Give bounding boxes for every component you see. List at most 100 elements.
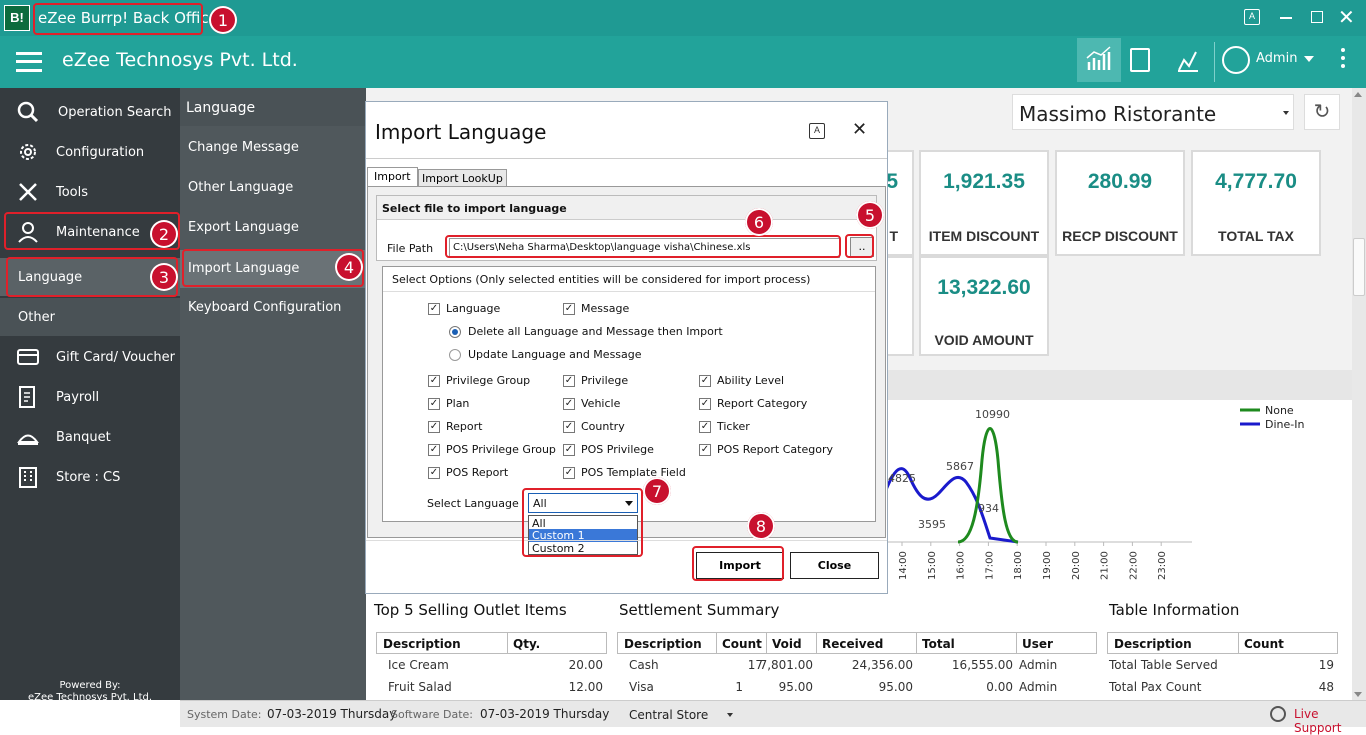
dashboard-icon[interactable]	[1077, 38, 1121, 82]
callout-2: 2	[150, 220, 178, 248]
x-tick-label: 21:00	[1100, 551, 1111, 580]
x-tick-label: 18:00	[1013, 551, 1024, 580]
col-description: Description	[624, 637, 702, 651]
checkbox-label: Vehicle	[581, 397, 621, 410]
x-tick-label: 14:00	[898, 551, 909, 580]
stat-card-void-amount: 13,322.60 VOID AMOUNT	[919, 256, 1049, 356]
checkbox-privilege[interactable]: ✓	[563, 375, 575, 387]
x-tick-label: 22:00	[1128, 551, 1139, 580]
highlight-select-language	[522, 488, 643, 557]
minimize-button[interactable]	[1280, 17, 1292, 19]
sales-chart: 14:00 15:00 16:00 17:00 18:00 19:00 20:00 21:00…	[884, 404, 1304, 580]
submenu-item-change-message[interactable]: Change Message	[188, 140, 299, 155]
stat-card-recp-discount: 280.99 RECP DISCOUNT	[1055, 150, 1185, 256]
store-select[interactable]: Central Store	[629, 708, 708, 722]
checkbox-label: POS Report Category	[717, 443, 833, 456]
sidebar-item-payroll[interactable]: Payroll	[0, 382, 180, 412]
settlement-title: Settlement Summary	[619, 601, 780, 619]
dialog-close-icon[interactable]: ✕	[852, 119, 867, 140]
gear-icon	[16, 140, 40, 164]
cell: 19	[1318, 658, 1334, 672]
checkbox-pos-template-field[interactable]: ✓	[563, 467, 575, 479]
vertical-scrollbar[interactable]	[1352, 88, 1366, 700]
close-window-button[interactable]: ✕	[1338, 5, 1355, 30]
checkbox-pos-report[interactable]: ✓	[428, 467, 440, 479]
cell: 20.00	[568, 658, 603, 672]
data-label: 3595	[918, 518, 946, 531]
chart-header-strip	[886, 370, 1352, 400]
cell: Visa	[629, 680, 654, 694]
translate-icon[interactable]: A	[1244, 9, 1260, 25]
submenu-item-other-language[interactable]: Other Language	[188, 180, 293, 195]
store-chevron-down-icon[interactable]	[727, 713, 733, 717]
sidebar-item-gift-card[interactable]: Gift Card/ Voucher	[0, 342, 180, 372]
analytics-icon[interactable]	[1176, 46, 1200, 72]
sidebar-item-store[interactable]: Store : CS	[0, 462, 180, 492]
data-label: 4825	[888, 472, 916, 485]
data-label: 10990	[975, 408, 1010, 421]
avatar[interactable]	[1222, 46, 1250, 74]
x-tick-label: 20:00	[1071, 551, 1082, 580]
maximize-button[interactable]	[1311, 11, 1323, 23]
callout-3: 3	[150, 263, 178, 291]
checkbox-language[interactable]: ✓	[428, 303, 440, 315]
sidebar-item-label: Operation Search	[58, 105, 172, 120]
checkbox-report[interactable]: ✓	[428, 421, 440, 433]
col-void: Void	[772, 637, 802, 651]
checkbox-ability-level[interactable]: ✓	[699, 375, 711, 387]
checkbox-ticker[interactable]: ✓	[699, 421, 711, 433]
sidebar-item-tools[interactable]: Tools	[0, 177, 180, 207]
checkbox-language-label: Language	[446, 302, 501, 315]
store-icon	[16, 465, 40, 489]
user-name[interactable]: Admin	[1256, 51, 1297, 66]
sidebar-item-other[interactable]: Other	[0, 298, 180, 336]
refresh-button[interactable]: ↻	[1304, 94, 1340, 130]
support-icon[interactable]	[1270, 706, 1286, 722]
search-icon	[16, 100, 40, 124]
radio-delete-import[interactable]	[449, 326, 461, 338]
cell: 95.00	[778, 680, 813, 694]
close-button[interactable]: Close	[790, 552, 879, 579]
table-row: Total Pax Count 48	[1107, 680, 1338, 696]
data-label: 5867	[946, 460, 974, 473]
user-chevron-down-icon[interactable]	[1304, 56, 1314, 62]
checkbox-plan[interactable]: ✓	[428, 398, 440, 410]
highlight-import-button	[692, 546, 784, 581]
more-icon[interactable]	[1341, 48, 1345, 72]
dialog-translate-icon[interactable]: A	[809, 123, 825, 139]
sidebar-item-label: Other	[18, 310, 55, 325]
tab-import-lookup[interactable]: Import LookUp	[418, 169, 507, 187]
sidebar-item-operation-search[interactable]: Operation Search	[0, 97, 180, 127]
hamburger-icon[interactable]	[16, 52, 42, 72]
live-support-link[interactable]: Live Support	[1294, 707, 1366, 735]
stat-label: RECP DISCOUNT	[1062, 228, 1178, 244]
sidebar-item-banquet[interactable]: Banquet	[0, 422, 180, 452]
checkbox-label: POS Template Field	[581, 466, 686, 479]
outlet-select[interactable]: Massimo Ristorante	[1012, 94, 1294, 130]
legend-label: Dine-In	[1265, 418, 1304, 431]
payroll-icon	[16, 385, 40, 409]
checkbox-country[interactable]: ✓	[563, 421, 575, 433]
checkbox-privilege-group[interactable]: ✓	[428, 375, 440, 387]
table-row: Ice Cream 20.00	[376, 658, 607, 674]
table-row: Visa 1 95.00 95.00 0.00 Admin	[617, 680, 1097, 696]
callout-8: 8	[747, 512, 775, 540]
sidebar-item-configuration[interactable]: Configuration	[0, 137, 180, 167]
tab-import[interactable]: Import	[367, 167, 418, 187]
checkbox-pos-report-category[interactable]: ✓	[699, 444, 711, 456]
cell: Admin	[1019, 680, 1058, 694]
sidebar: Operation Search Configuration Tools Mai…	[0, 88, 180, 716]
checkbox-label: Ticker	[717, 420, 750, 433]
submenu-item-export-language[interactable]: Export Language	[188, 220, 299, 235]
checkbox-pos-privilege[interactable]: ✓	[563, 444, 575, 456]
checkbox-report-category[interactable]: ✓	[699, 398, 711, 410]
checkbox-label: POS Report	[446, 466, 509, 479]
submenu-item-keyboard-configuration[interactable]: Keyboard Configuration	[188, 300, 341, 315]
checkbox-pos-privilege-group[interactable]: ✓	[428, 444, 440, 456]
checkbox-vehicle[interactable]: ✓	[563, 398, 575, 410]
company-name: eZee Technosys Pvt. Ltd.	[62, 49, 298, 71]
reports-icon[interactable]	[1130, 48, 1150, 72]
checkbox-message[interactable]: ✓	[563, 303, 575, 315]
header-bar: eZee Technosys Pvt. Ltd. Admin	[0, 36, 1366, 88]
radio-update[interactable]	[449, 349, 461, 361]
